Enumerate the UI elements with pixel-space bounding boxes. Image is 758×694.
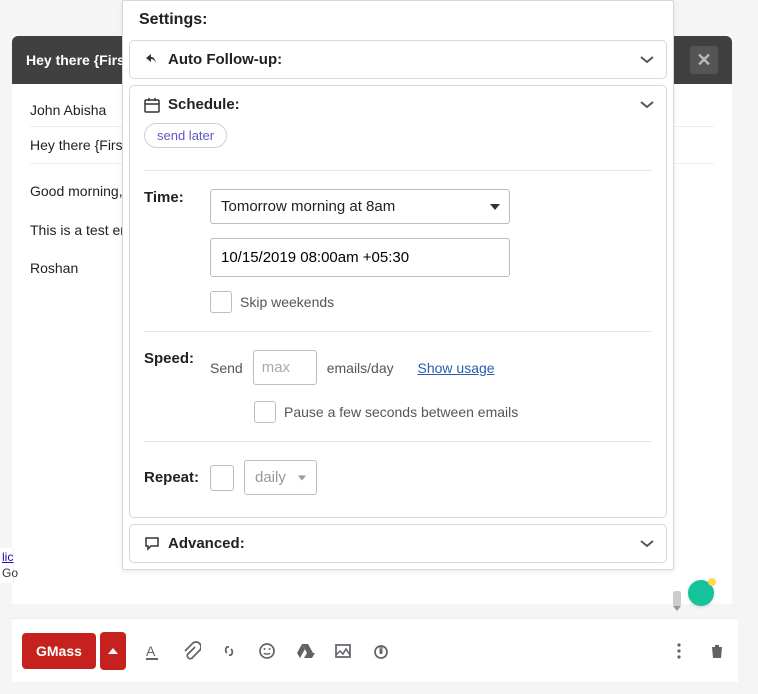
schedule-header[interactable]: Schedule: [130,86,666,123]
speed-label: Speed: [144,350,200,367]
svg-text:A: A [146,643,156,659]
speed-emails-day-label: emails/day [327,360,394,376]
gmass-button[interactable]: GMass [22,633,96,669]
page-edge-peek: licGo [0,548,14,583]
skip-weekends-checkbox[interactable] [210,291,232,313]
speed-send-label: Send [210,360,243,376]
repeat-label: Repeat: [144,469,200,486]
reply-arrow-icon [142,52,162,68]
grammarly-icon[interactable] [688,580,714,606]
repeat-interval-select[interactable]: daily [244,460,317,495]
dropdown-caret-icon [298,475,306,480]
formatting-icon[interactable]: A [142,640,164,662]
auto-followup-label: Auto Follow-up: [168,51,282,68]
time-datetime-input[interactable] [210,238,510,277]
drive-icon[interactable] [294,640,316,662]
repeat-count-input[interactable] [210,465,234,491]
compose-toolbar: GMass A [12,618,738,682]
gmass-button-label: GMass [36,643,82,659]
skip-weekends-label: Skip weekends [240,294,334,310]
chevron-down-icon [640,55,654,65]
gmass-dropdown-button[interactable] [100,632,126,670]
emoji-icon[interactable] [256,640,278,662]
trash-icon[interactable] [706,640,728,662]
advanced-header[interactable]: Advanced: [130,525,666,562]
time-preset-value: Tomorrow morning at 8am [210,189,510,224]
image-icon[interactable] [332,640,354,662]
settings-title: Settings: [123,1,673,39]
confidential-icon[interactable] [370,640,392,662]
more-options-icon[interactable] [668,640,690,662]
repeat-interval-value: daily [255,469,286,486]
chevron-down-icon [640,100,654,110]
auto-followup-section: Auto Follow-up: [129,40,667,79]
settings-panel: Settings: Auto Follow-up: Schedule: send… [122,0,674,570]
link-icon[interactable] [218,640,240,662]
panel-scrollbar[interactable] [673,1,681,606]
time-preset-select[interactable]: Tomorrow morning at 8am [210,189,510,224]
calendar-icon [142,97,162,113]
time-label: Time: [144,189,200,206]
advanced-label: Advanced: [168,535,245,552]
comment-icon [142,536,162,552]
scrollbar-thumb[interactable] [673,591,681,606]
advanced-section: Advanced: [129,524,667,563]
caret-up-icon [108,648,118,654]
auto-followup-header[interactable]: Auto Follow-up: [130,41,666,78]
scrollbar-down-arrow-icon[interactable] [673,606,681,611]
chevron-down-icon [640,539,654,549]
show-usage-link[interactable]: Show usage [418,360,495,376]
schedule-section: Schedule: send later Time: Tomorrow morn… [129,85,667,518]
send-later-badge[interactable]: send later [144,123,227,148]
pause-checkbox[interactable] [254,401,276,423]
speed-max-input[interactable] [253,350,317,385]
attach-icon[interactable] [180,640,202,662]
pause-label: Pause a few seconds between emails [284,404,518,420]
close-icon[interactable]: ✕ [690,46,718,74]
schedule-label: Schedule: [168,96,240,113]
